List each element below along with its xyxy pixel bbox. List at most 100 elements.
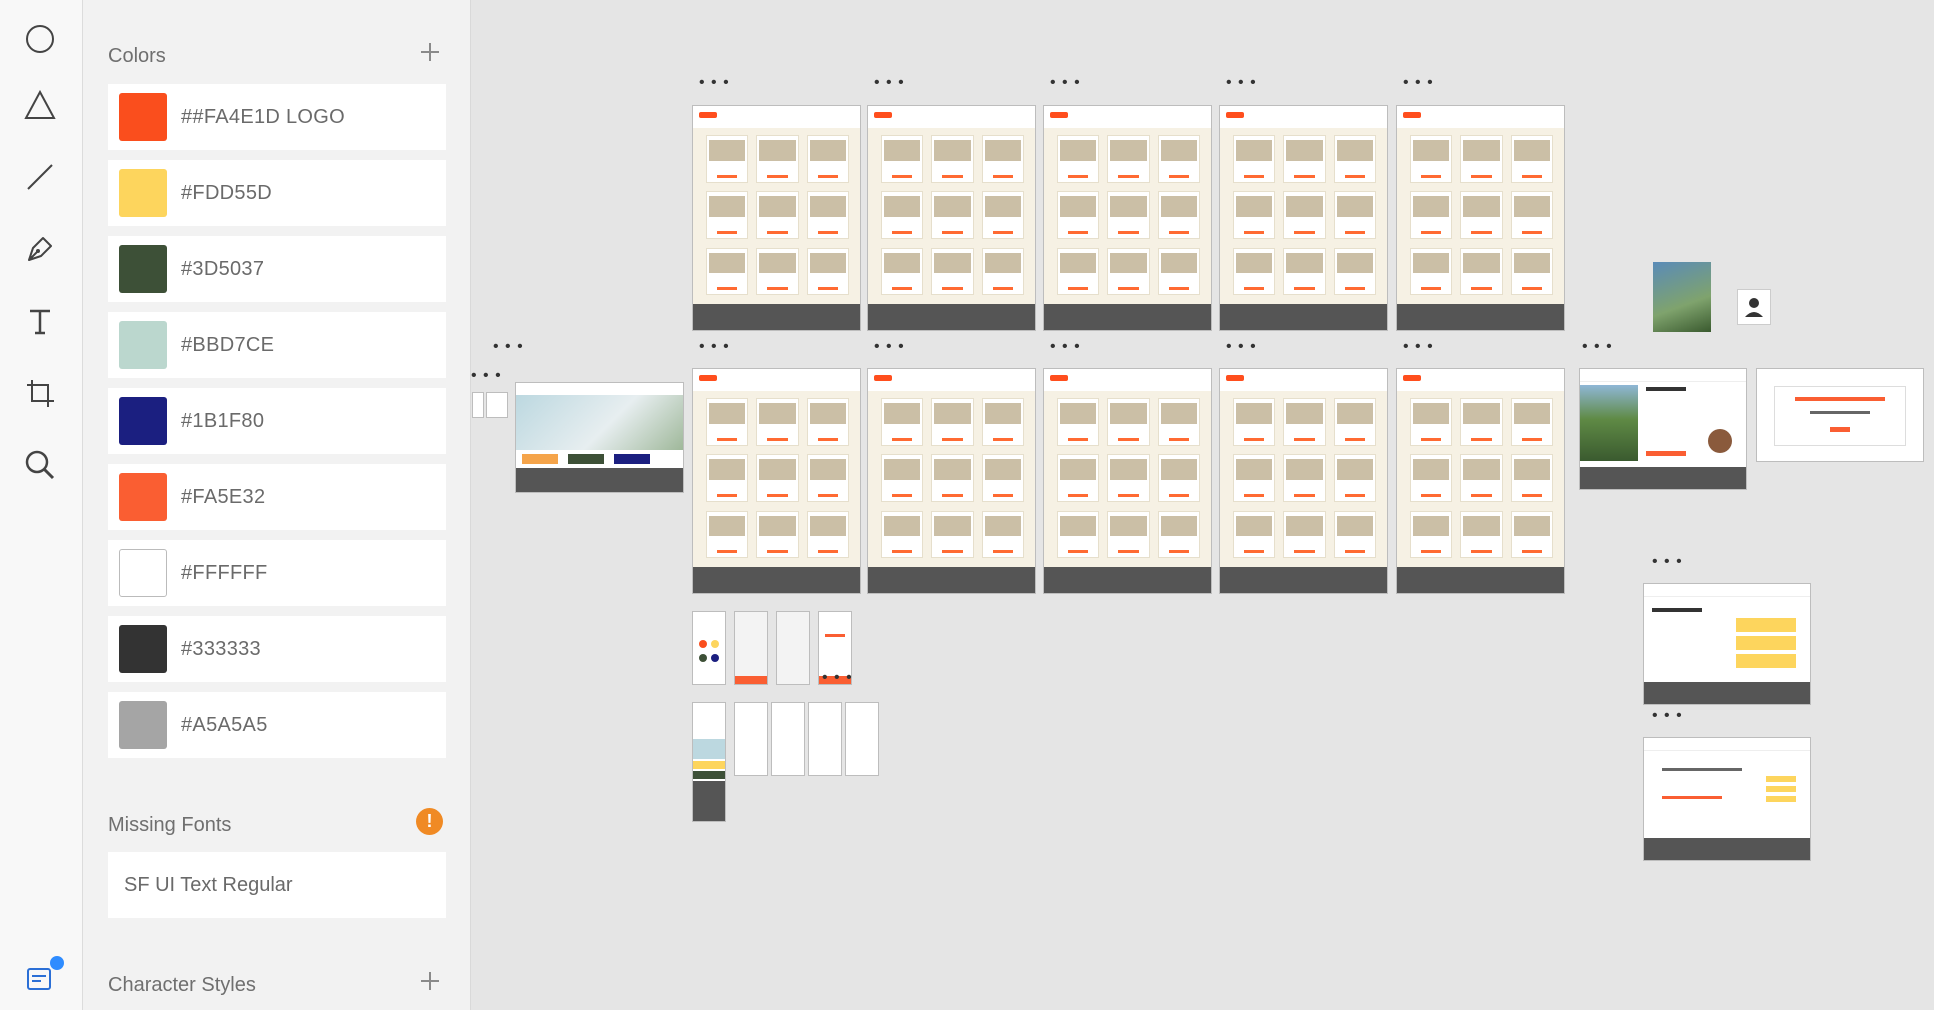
artboard-mini[interactable] xyxy=(487,393,507,417)
artboard[interactable] xyxy=(1220,106,1387,330)
hero-image xyxy=(516,395,683,450)
artboard[interactable] xyxy=(1044,106,1211,330)
artboard[interactable] xyxy=(1220,369,1387,593)
pen-tool[interactable] xyxy=(17,226,63,272)
artboard-partner[interactable] xyxy=(1644,584,1810,704)
mobile-artboard[interactable] xyxy=(735,703,767,775)
user-icon xyxy=(1745,298,1763,317)
text-icon xyxy=(30,309,50,335)
text-tool[interactable] xyxy=(17,298,63,344)
artboard-menu[interactable]: • • • xyxy=(1050,339,1081,355)
line-icon xyxy=(27,164,53,190)
color-swatch[interactable]: ##FA4E1D LOGO xyxy=(108,84,446,150)
artboard-tool[interactable] xyxy=(17,370,63,416)
mobile-artboard[interactable] xyxy=(777,612,809,684)
color-label: #FA5E32 xyxy=(181,485,266,508)
add-color-button[interactable] xyxy=(415,37,445,67)
artboard-menu[interactable]: • • • xyxy=(699,339,730,355)
artboard-urban-farming[interactable] xyxy=(1580,369,1746,489)
color-label: #BBD7CE xyxy=(181,333,275,356)
pen-icon xyxy=(28,237,52,261)
mobile-artboard[interactable] xyxy=(735,612,767,684)
color-chip xyxy=(119,701,167,749)
artboard-menu[interactable]: • • • xyxy=(1652,708,1683,724)
artboard[interactable] xyxy=(1044,369,1211,593)
notification-dot xyxy=(48,954,66,972)
character-styles-title: Character Styles xyxy=(108,974,256,996)
tool-bar xyxy=(0,0,83,1010)
missing-font-item[interactable]: SF UI Text Regular xyxy=(108,852,446,918)
artboard-menu[interactable]: • • • xyxy=(874,75,905,91)
color-label: #A5A5A5 xyxy=(181,713,268,736)
triangle-icon xyxy=(24,89,56,119)
artboard-menu[interactable]: • • • xyxy=(1226,339,1257,355)
feature-row xyxy=(516,450,683,468)
artboard-menu[interactable]: • • • xyxy=(1226,75,1257,91)
color-swatch[interactable]: #BBD7CE xyxy=(108,312,446,378)
artboard-menu[interactable]: • • • xyxy=(1403,75,1434,91)
artboard-menu[interactable]: • • • xyxy=(822,670,853,686)
artboard[interactable] xyxy=(693,369,860,593)
color-chip xyxy=(119,169,167,217)
color-label: #1B1F80 xyxy=(181,409,265,432)
artboard-menu[interactable]: • • • xyxy=(1403,339,1434,355)
color-chip xyxy=(119,625,167,673)
colors-section-title: Colors xyxy=(108,45,166,67)
line-tool[interactable] xyxy=(17,154,63,200)
color-swatch[interactable]: #3D5037 xyxy=(108,236,446,302)
color-chip xyxy=(119,321,167,369)
artboard-mini[interactable] xyxy=(473,393,483,417)
artboard-menu[interactable]: • • • xyxy=(471,368,502,384)
artboard[interactable] xyxy=(693,106,860,330)
color-label: #FFFFFF xyxy=(181,561,268,584)
color-swatch[interactable]: #FDD55D xyxy=(108,160,446,226)
mobile-artboard[interactable] xyxy=(693,612,725,684)
artboard-menu[interactable]: • • • xyxy=(699,75,730,91)
polygon-tool[interactable] xyxy=(17,82,63,128)
plus-icon xyxy=(421,43,439,61)
missing-font-label: SF UI Text Regular xyxy=(124,873,293,896)
artboard-menu[interactable]: • • • xyxy=(1582,339,1613,355)
artboard[interactable] xyxy=(1397,369,1564,593)
artboard-icon xyxy=(27,380,54,407)
mobile-artboard[interactable] xyxy=(809,703,841,775)
color-swatch[interactable]: #333333 xyxy=(108,616,446,682)
artboard[interactable] xyxy=(868,106,1035,330)
add-character-style-button[interactable] xyxy=(415,966,445,996)
color-chip xyxy=(119,245,167,293)
zoom-tool[interactable] xyxy=(17,442,63,488)
artboard[interactable] xyxy=(868,369,1035,593)
color-chip xyxy=(119,473,167,521)
color-label: #333333 xyxy=(181,637,261,660)
photo-thumbnail[interactable] xyxy=(1653,262,1711,332)
missing-fonts-title: Missing Fonts xyxy=(108,814,232,836)
artboard-home[interactable] xyxy=(516,383,683,492)
artboard-menu[interactable]: • • • xyxy=(874,339,905,355)
mobile-artboard[interactable] xyxy=(772,703,804,775)
artboard-confirmation[interactable] xyxy=(1757,369,1923,461)
plus-icon xyxy=(421,972,439,990)
artboard[interactable] xyxy=(1397,106,1564,330)
circle-icon xyxy=(26,25,54,53)
mobile-artboard[interactable] xyxy=(693,703,725,821)
assets-panel-button[interactable] xyxy=(17,954,66,1001)
color-chip xyxy=(119,549,167,597)
color-swatch[interactable]: #FA5E32 xyxy=(108,464,446,530)
ellipse-tool[interactable] xyxy=(17,16,63,62)
color-label: #FDD55D xyxy=(181,181,273,204)
artboard-menu[interactable]: • • • xyxy=(1652,554,1683,570)
color-swatch[interactable]: #A5A5A5 xyxy=(108,692,446,758)
design-canvas[interactable]: • • • • • • • • • • • • • • • • • • • • … xyxy=(471,0,1934,1010)
search-icon xyxy=(25,450,55,480)
artboard-menu[interactable]: • • • xyxy=(493,339,524,355)
color-chip xyxy=(119,397,167,445)
warning-icon[interactable]: ! xyxy=(416,808,443,835)
assets-panel: Colors ##FA4E1D LOGO #FDD55D #3D5037 #BB… xyxy=(83,0,471,1010)
profile-placeholder[interactable] xyxy=(1738,290,1770,324)
color-swatch[interactable]: #1B1F80 xyxy=(108,388,446,454)
mobile-artboard[interactable] xyxy=(846,703,878,775)
color-chip xyxy=(119,93,167,141)
color-swatch[interactable]: #FFFFFF xyxy=(108,540,446,606)
artboard-volunteer[interactable] xyxy=(1644,738,1810,860)
artboard-menu[interactable]: • • • xyxy=(1050,75,1081,91)
